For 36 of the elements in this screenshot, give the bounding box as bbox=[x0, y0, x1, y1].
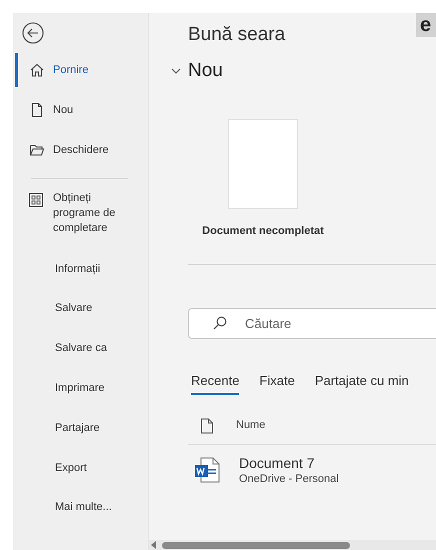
greeting-heading: Bună seara bbox=[188, 23, 286, 47]
selection-bar bbox=[15, 53, 18, 87]
chevron-icon bbox=[171, 66, 181, 76]
sidebar-item[interactable]: Deschidere bbox=[13, 130, 148, 170]
template-label[interactable]: Document necompletat bbox=[202, 223, 324, 240]
sidebar-item[interactable]: Partajare bbox=[13, 408, 148, 448]
file-row[interactable]: Document 7 OneDrive - Personal bbox=[188, 445, 436, 495]
sidebar-item[interactable]: Salvare bbox=[13, 288, 148, 329]
scroll-left-icon[interactable] bbox=[151, 541, 156, 549]
sidebar-item[interactable]: Imprimare bbox=[13, 368, 148, 408]
search-field[interactable]: Căutare bbox=[188, 308, 436, 339]
tab[interactable]: Recente bbox=[191, 367, 240, 395]
search-icon bbox=[213, 316, 227, 330]
file-name: Document 7 bbox=[239, 454, 316, 472]
sidebar-item[interactable]: Export bbox=[13, 448, 148, 488]
horizontal-scrollbar[interactable] bbox=[149, 540, 436, 550]
back-icon[interactable] bbox=[22, 22, 44, 44]
section-header[interactable]: Nou bbox=[171, 53, 436, 89]
column-header[interactable]: Nume bbox=[236, 417, 266, 434]
document-icon bbox=[29, 102, 45, 118]
corner-badge: e bbox=[416, 13, 436, 37]
blank-document-thumbnail[interactable] bbox=[228, 119, 298, 209]
sidebar-item[interactable]: Informații bbox=[13, 249, 148, 289]
sidebar-item[interactable]: Salvare ca bbox=[13, 328, 148, 368]
tab[interactable]: Fixate bbox=[259, 367, 295, 395]
home-icon bbox=[29, 62, 45, 78]
sidebar-item[interactable]: Mai multe... bbox=[13, 488, 148, 528]
folder-icon bbox=[29, 142, 45, 158]
sidebar-item[interactable]: Pornire bbox=[13, 53, 148, 87]
document-icon bbox=[200, 418, 214, 434]
tab[interactable]: Partajate cu min bbox=[314, 367, 409, 395]
sidebar-item[interactable]: Obțineți programe de completare bbox=[13, 191, 148, 249]
sidebar-item[interactable]: Nou bbox=[13, 90, 148, 130]
grid-icon bbox=[29, 193, 43, 207]
scroll-thumb[interactable] bbox=[162, 542, 350, 548]
file-location: OneDrive - Personal bbox=[239, 472, 339, 486]
